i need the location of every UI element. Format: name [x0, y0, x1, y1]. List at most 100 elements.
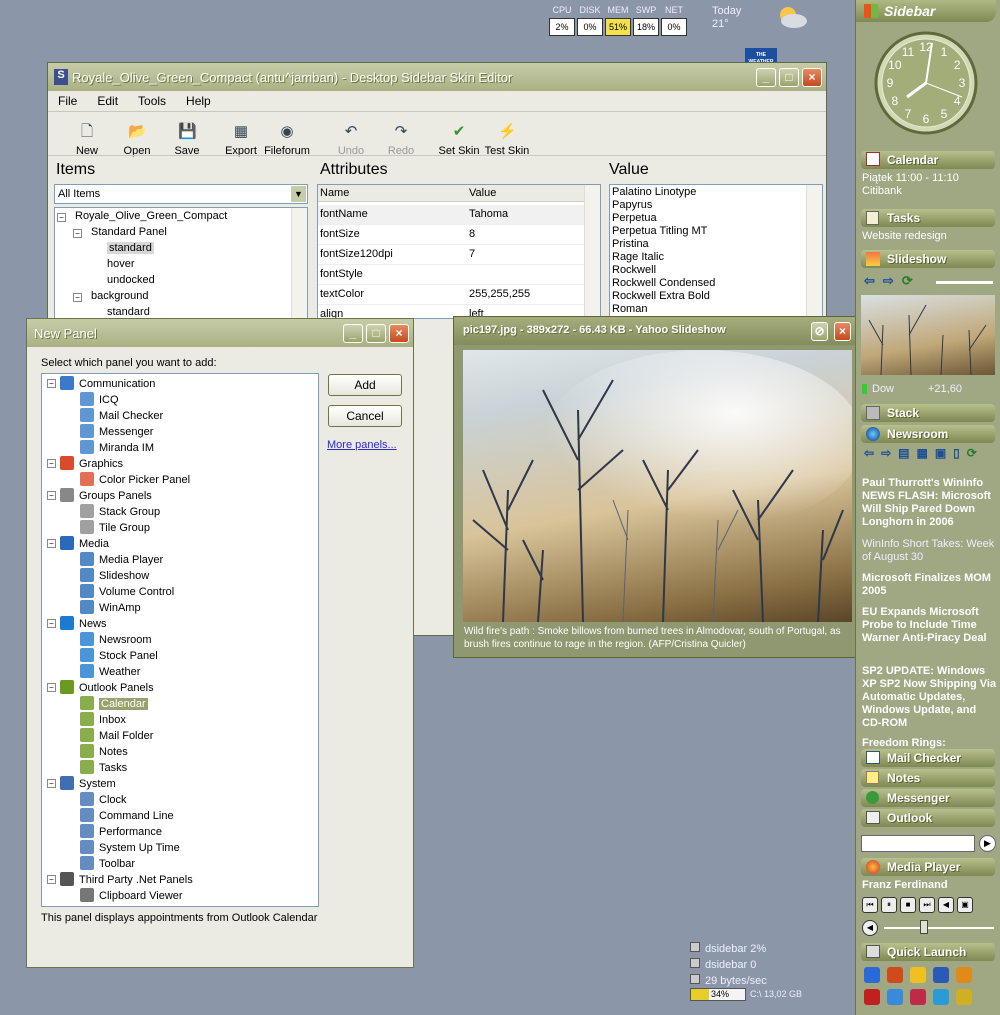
cancel-button[interactable]: Cancel	[328, 405, 402, 427]
news-headline[interactable]: EU Expands Microsoft Probe to Include Ti…	[862, 606, 998, 645]
panel-item-performance[interactable]: Performance	[80, 824, 162, 838]
items-filter-select[interactable]: All Items ▼	[54, 184, 308, 204]
sidebar-header[interactable]: Sidebar	[856, 0, 996, 22]
panel-item-tile-group[interactable]: Tile Group	[80, 520, 150, 534]
tree-collapse-icon[interactable]: −	[47, 379, 56, 388]
panel-item-media-player[interactable]: Media Player	[80, 552, 163, 566]
tree-collapse-icon[interactable]: −	[47, 779, 56, 788]
outlook-icon[interactable]	[933, 989, 949, 1005]
value-scrollbar[interactable]	[806, 185, 822, 318]
menu-edit[interactable]: Edit	[97, 94, 118, 108]
word-icon[interactable]	[933, 967, 949, 983]
toolbar-save-button[interactable]: 💾 Save	[164, 123, 210, 157]
panel-item-miranda-im[interactable]: Miranda IM	[80, 440, 154, 454]
save-icon[interactable]: ▣	[935, 446, 953, 460]
skip-forward-icon[interactable]: ⏭	[919, 897, 935, 913]
toolbar-test-skin-button[interactable]: ⚡ Test Skin	[484, 123, 530, 157]
tree-collapse-icon[interactable]: −	[73, 293, 82, 302]
close-button[interactable]: ×	[802, 68, 822, 87]
panel-item-slideshow[interactable]: Slideshow	[80, 568, 149, 582]
items-tree-node[interactable]: hover	[107, 258, 135, 270]
attribute-row[interactable]: fontStyle	[318, 265, 584, 285]
font-option[interactable]: Perpetua Titling MT	[612, 225, 707, 237]
font-option[interactable]: Rockwell	[612, 264, 656, 276]
panel-item-notes[interactable]: Notes	[80, 744, 128, 758]
panel-item-tasks[interactable]: Tasks	[80, 760, 127, 774]
print-icon[interactable]: ▦	[916, 446, 934, 460]
items-tree-node[interactable]: Royale_Olive_Green_Compact	[75, 210, 227, 222]
panel-item-icq[interactable]: ICQ	[80, 392, 119, 406]
items-tree-node[interactable]: Standard Panel	[91, 226, 167, 238]
pin-button[interactable]: ⊘	[811, 322, 828, 341]
tasks-header[interactable]: Tasks	[861, 209, 995, 227]
panel-item-color-picker-panel[interactable]: Color Picker Panel	[80, 472, 190, 486]
font-option[interactable]: Palatino Linotype	[612, 186, 696, 198]
category-communication[interactable]: Communication	[60, 376, 155, 390]
attribute-row[interactable]: fontSize 8	[318, 225, 584, 245]
tools-icon[interactable]	[956, 967, 972, 983]
menu-help[interactable]: Help	[186, 94, 211, 108]
calendar-header[interactable]: Calendar	[861, 151, 995, 169]
stack-header[interactable]: Stack	[861, 404, 995, 422]
run-button[interactable]: ▶	[979, 835, 996, 852]
slideshow-header[interactable]: Slideshow	[861, 250, 995, 268]
volume-icon[interactable]: ◀	[938, 897, 954, 913]
slideshow-titlebar[interactable]: pic197.jpg - 389x272 - 66.43 KB - Yahoo …	[454, 317, 855, 345]
outlook-header[interactable]: Outlook	[861, 809, 995, 827]
refresh-icon[interactable]: ⟳	[902, 273, 921, 288]
category-system[interactable]: System	[60, 776, 116, 790]
attributes-scrollbar[interactable]	[584, 185, 600, 318]
mute-icon[interactable]: ◀	[862, 920, 878, 936]
maximize-button[interactable]: □	[779, 68, 799, 87]
skip-back-icon[interactable]: ⏮	[862, 897, 878, 913]
panel-tree[interactable]: − Communication ICQ Mail Checker Messenger Mi…	[41, 373, 319, 907]
chevron-down-icon[interactable]: ▼	[291, 186, 306, 202]
fish-icon[interactable]	[956, 989, 972, 1005]
panel-item-mail-folder[interactable]: Mail Folder	[80, 728, 153, 742]
toolbar-undo-button[interactable]: ↶ Undo	[328, 123, 374, 157]
category-groups-panels[interactable]: Groups Panels	[60, 488, 152, 502]
command-line-input[interactable]	[861, 835, 975, 852]
news-headline[interactable]: SP2 UPDATE: Windows XP SP2 Now Shipping …	[862, 665, 998, 730]
panel-item-stack-group[interactable]: Stack Group	[80, 504, 160, 518]
panel-item-weather[interactable]: Weather	[80, 664, 140, 678]
tree-collapse-icon[interactable]: −	[57, 213, 66, 222]
volume-track[interactable]	[884, 927, 994, 929]
stock-value[interactable]: +21,60	[928, 383, 1000, 396]
messenger-header[interactable]: Messenger	[861, 789, 995, 807]
media-player-header[interactable]: Media Player	[861, 858, 995, 876]
minimize-button[interactable]: _	[343, 324, 363, 343]
items-scrollbar[interactable]	[291, 208, 307, 318]
new-panel-titlebar[interactable]: New Panel _ □ ×	[27, 319, 413, 347]
previous-icon[interactable]: ⇦	[864, 273, 883, 288]
notes-header[interactable]: Notes	[861, 769, 995, 787]
tree-collapse-icon[interactable]: −	[47, 459, 56, 468]
attribute-row[interactable]: textColor 255,255,255	[318, 285, 584, 305]
panel-item-volume-control[interactable]: Volume Control	[80, 584, 174, 598]
previous-icon[interactable]: ⇦	[864, 446, 881, 460]
attribute-row[interactable]: fontName Tahoma	[318, 205, 584, 225]
editor-titlebar[interactable]: S Royale_Olive_Green_Compact (antu^jamba…	[48, 63, 826, 91]
news-headline[interactable]: WinInfo Short Takes: Week of August 30	[862, 538, 998, 564]
category-news[interactable]: News	[60, 616, 107, 630]
headlines-icon[interactable]: ▤	[898, 446, 916, 460]
calendar-event-place[interactable]: Citibank	[862, 185, 998, 198]
category-outlook-panels[interactable]: Outlook Panels	[60, 680, 154, 694]
book-icon[interactable]	[910, 989, 926, 1005]
items-tree-node[interactable]: background	[91, 290, 149, 302]
window-icon[interactable]: ▣	[957, 897, 973, 913]
panel-item-system-up-time[interactable]: System Up Time	[80, 840, 180, 854]
volume-thumb[interactable]	[920, 920, 929, 934]
attributes-grid[interactable]: Name Value fontName Tahoma fontSize 8 fontSize…	[317, 184, 601, 319]
media-icon[interactable]	[887, 967, 903, 983]
category-graphics[interactable]: Graphics	[60, 456, 123, 470]
panel-item-calendar[interactable]: Calendar	[80, 696, 148, 710]
refresh-icon[interactable]: ⟳	[967, 446, 984, 460]
items-tree-node[interactable]: standard	[107, 242, 154, 254]
calendar-event-time[interactable]: Piątek 11:00 - 11:10	[862, 172, 998, 185]
mail-checker-header[interactable]: Mail Checker	[861, 749, 995, 767]
newsroom-header[interactable]: Newsroom	[861, 425, 995, 443]
maximize-button[interactable]: □	[366, 324, 386, 343]
news-headline[interactable]: Microsoft Finalizes MOM 2005	[862, 572, 998, 598]
quick-launch-header[interactable]: Quick Launch	[861, 943, 995, 961]
